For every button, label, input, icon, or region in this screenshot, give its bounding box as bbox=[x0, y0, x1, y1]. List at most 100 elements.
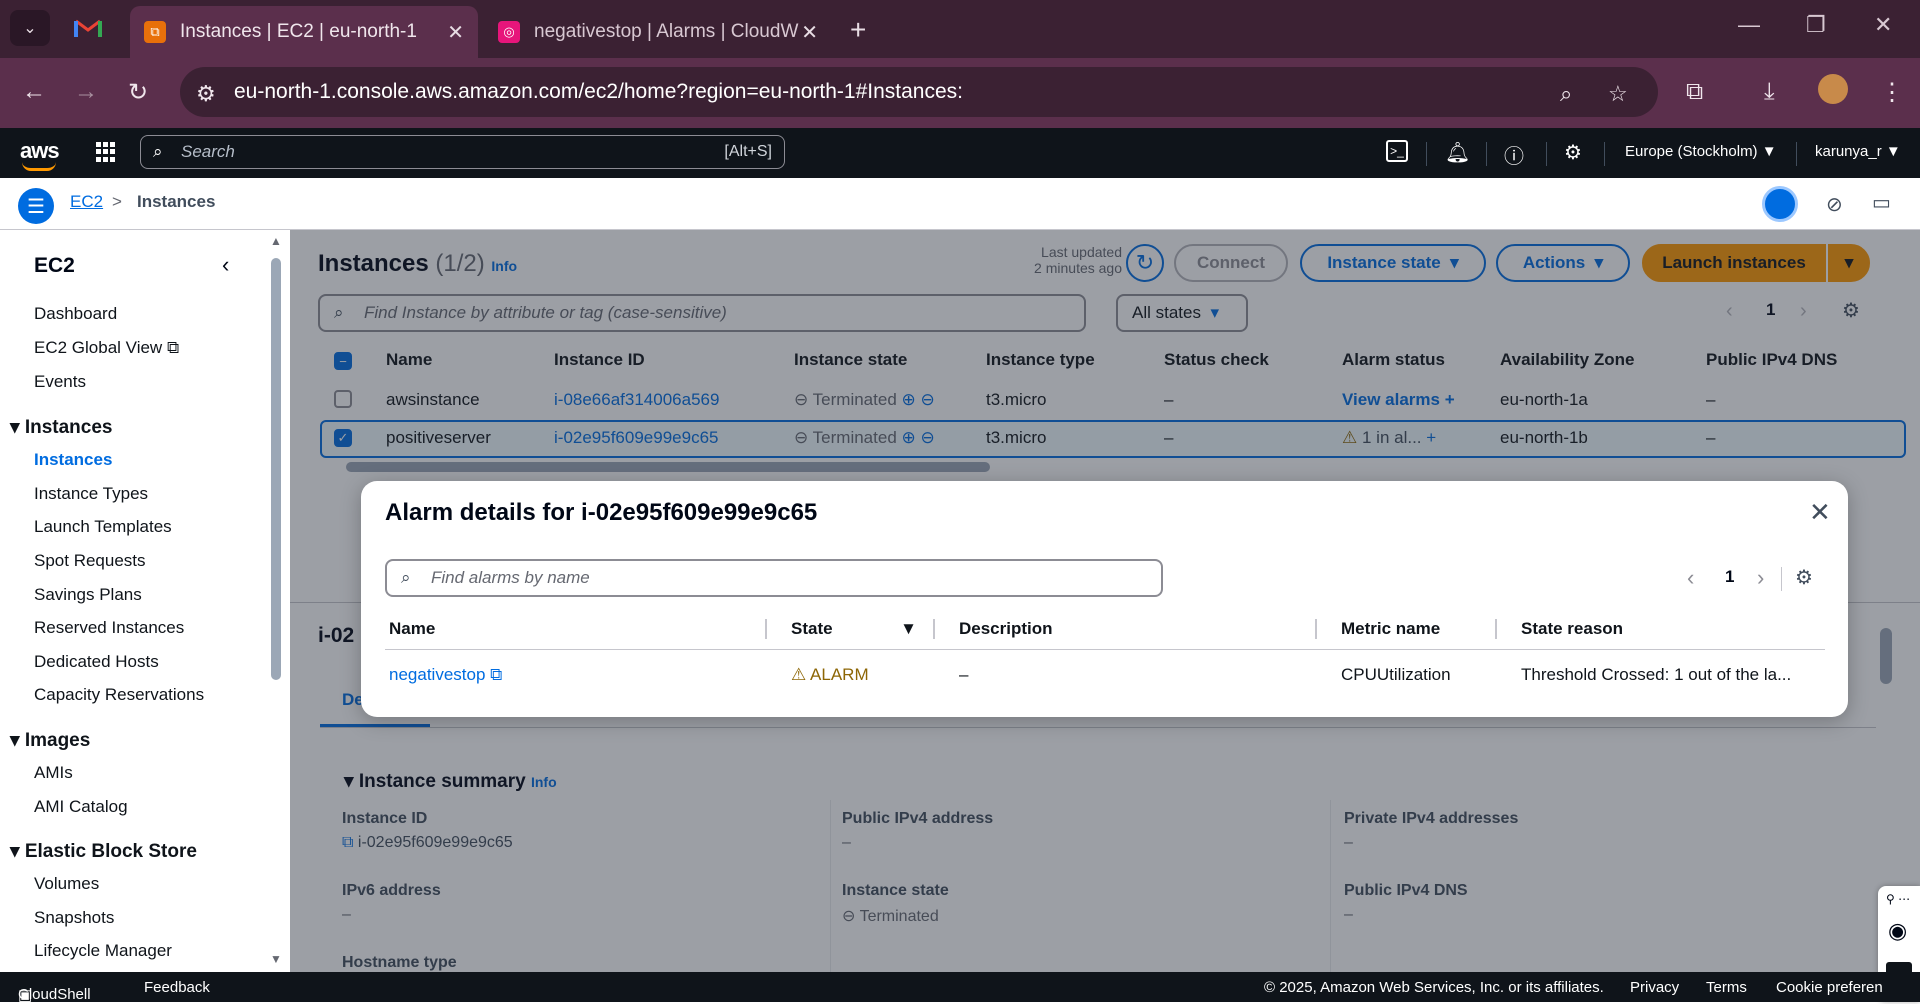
close-modal-icon[interactable]: ✕ bbox=[1809, 497, 1831, 528]
tab-cloudwatch-alarms[interactable]: ◎ negativestop | Alarms | CloudW ✕ bbox=[484, 6, 832, 58]
monitor-icon[interactable]: ▭ bbox=[1872, 190, 1891, 215]
divider bbox=[1426, 142, 1427, 166]
split-panel-icon[interactable] bbox=[1762, 186, 1798, 222]
services-grid-icon[interactable] bbox=[96, 142, 116, 162]
sidebar-item-volumes[interactable]: Volumes bbox=[34, 874, 99, 894]
next-page-icon[interactable]: › bbox=[1757, 565, 1764, 591]
terms-link[interactable]: Terms bbox=[1706, 979, 1747, 996]
browser-tab-strip: ⌄ ⧉ Instances | EC2 | eu-north-1 ✕ ◎ neg… bbox=[0, 0, 1920, 58]
sidebar-item-savings-plans[interactable]: Savings Plans bbox=[34, 585, 142, 605]
notifications-icon[interactable]: 🔔︎ bbox=[1445, 140, 1470, 165]
close-tab-icon[interactable]: ✕ bbox=[801, 20, 818, 45]
search-shortcut: [Alt+S] bbox=[724, 143, 772, 160]
column-header-description[interactable]: Description bbox=[959, 619, 1053, 639]
column-header-state[interactable]: State ▼ bbox=[791, 619, 917, 639]
privacy-link[interactable]: Privacy bbox=[1630, 979, 1679, 996]
sort-down-icon[interactable]: ▼ bbox=[900, 619, 917, 639]
column-header-name[interactable]: Name bbox=[389, 619, 435, 639]
sidebar-section-ebs[interactable]: ▾ Elastic Block Store bbox=[10, 840, 197, 863]
footer-text: CloudShell bbox=[18, 986, 91, 1003]
console-footer: ▣ CloudShell Feedback © 2025, Amazon Web… bbox=[0, 972, 1920, 1004]
page-number[interactable]: 1 bbox=[1725, 567, 1734, 587]
sidebar-item-launch-templates[interactable]: Launch Templates bbox=[34, 517, 172, 537]
sidebar-item-events[interactable]: Events bbox=[34, 372, 86, 392]
sidebar-item-reserved-instances[interactable]: Reserved Instances bbox=[34, 618, 184, 638]
divider bbox=[1546, 142, 1547, 166]
settings-gear-icon[interactable]: ⚙ bbox=[1564, 140, 1582, 165]
region-selector[interactable]: Europe (Stockholm) ▼ bbox=[1625, 143, 1777, 160]
sidebar-section-instances[interactable]: ▾ Instances bbox=[10, 416, 112, 439]
sidebar-item-global-view[interactable]: EC2 Global View ⧉ bbox=[34, 338, 179, 358]
tab-label: Instances | EC2 | eu-north-1 bbox=[180, 21, 417, 42]
back-icon[interactable]: ← bbox=[22, 78, 46, 106]
sidebar-scroll-up-icon[interactable]: ▲ bbox=[270, 234, 282, 248]
sidebar-item-snapshots[interactable]: Snapshots bbox=[34, 908, 114, 928]
close-tab-icon[interactable]: ✕ bbox=[447, 20, 464, 45]
tab-label: negativestop | Alarms | CloudW bbox=[534, 21, 799, 42]
sidebar-scrollbar[interactable] bbox=[271, 258, 281, 680]
url-text: eu-north-1.console.aws.amazon.com/ec2/ho… bbox=[234, 80, 964, 103]
sidebar-item-spot-requests[interactable]: Spot Requests bbox=[34, 551, 146, 571]
tab-search-button[interactable]: ⌄ bbox=[10, 10, 50, 46]
sidebar-title: EC2 bbox=[34, 254, 75, 277]
sidebar-item-lifecycle-manager[interactable]: Lifecycle Manager bbox=[34, 941, 172, 961]
cloudshell-icon[interactable]: >_ bbox=[1386, 140, 1408, 162]
bookmark-star-icon[interactable]: ☆ bbox=[1608, 81, 1628, 107]
sidebar-item-instance-types[interactable]: Instance Types bbox=[34, 484, 148, 504]
account-menu[interactable]: karunya_r ▼ bbox=[1815, 143, 1901, 160]
column-header-state-reason[interactable]: State reason bbox=[1521, 619, 1623, 639]
divider bbox=[1781, 567, 1782, 591]
sidebar-item-dashboard[interactable]: Dashboard bbox=[34, 304, 117, 324]
section-title: Instances bbox=[24, 417, 113, 438]
help-icon[interactable]: ⓘ bbox=[1504, 140, 1524, 169]
prev-page-icon[interactable]: ‹ bbox=[1687, 565, 1694, 591]
alarm-details-modal: Alarm details for i-02e95f609e99e9c65 ✕ … bbox=[361, 481, 1848, 717]
column-resizer[interactable] bbox=[1315, 619, 1317, 639]
modal-settings-icon[interactable]: ⚙ bbox=[1795, 565, 1813, 590]
sidebar-item-amis[interactable]: AMIs bbox=[34, 763, 73, 783]
sidebar-scroll-down-icon[interactable]: ▼ bbox=[270, 952, 282, 966]
hamburger-menu-icon[interactable]: ☰ bbox=[18, 188, 54, 224]
new-tab-icon[interactable]: + bbox=[850, 14, 866, 46]
column-resizer[interactable] bbox=[933, 619, 935, 639]
column-resizer[interactable] bbox=[1495, 619, 1497, 639]
collapse-sidebar-icon[interactable]: ‹ bbox=[222, 252, 229, 278]
column-resizer[interactable] bbox=[765, 619, 767, 639]
restore-icon[interactable]: ❐ bbox=[1806, 12, 1826, 38]
minimize-icon[interactable]: — bbox=[1738, 12, 1760, 38]
address-bar[interactable]: ⚙ eu-north-1.console.aws.amazon.com/ec2/… bbox=[180, 67, 1658, 117]
zoom-icon[interactable]: ⌕ bbox=[1560, 81, 1572, 107]
header-text: State bbox=[791, 619, 833, 638]
sidebar-item-ami-catalog[interactable]: AMI Catalog bbox=[34, 797, 128, 817]
gmail-icon[interactable] bbox=[74, 16, 102, 40]
breadcrumb-bar: ☰ EC2 > Instances ⊘ ▭ bbox=[0, 178, 1920, 230]
sidebar-section-images[interactable]: ▾ Images bbox=[10, 729, 90, 752]
browser-menu-icon[interactable]: ⋮ bbox=[1880, 78, 1904, 107]
aws-search-input[interactable]: ⌕ Search [Alt+S] bbox=[140, 135, 785, 169]
sidebar-item-capacity-reservations[interactable]: Capacity Reservations bbox=[34, 685, 204, 705]
sidebar-item-instances[interactable]: Instances bbox=[34, 450, 112, 470]
link-icon[interactable]: ⚲ ⋯ bbox=[1886, 892, 1910, 906]
aws-logo[interactable]: aws bbox=[20, 138, 60, 171]
profile-avatar[interactable] bbox=[1818, 74, 1848, 104]
browser-toolbar: ← → ↻ ⚙ eu-north-1.console.aws.amazon.co… bbox=[0, 58, 1920, 128]
close-window-icon[interactable]: ✕ bbox=[1874, 12, 1892, 38]
column-header-metric-name[interactable]: Metric name bbox=[1341, 619, 1440, 639]
alarm-state-reason: Threshold Crossed: 1 out of the la... bbox=[1521, 665, 1792, 684]
forward-icon[interactable]: → bbox=[74, 78, 98, 106]
camera-icon[interactable]: ◉ bbox=[1888, 918, 1907, 944]
tab-ec2-instances[interactable]: ⧉ Instances | EC2 | eu-north-1 ✕ bbox=[130, 6, 478, 58]
search-icon: ⌕ bbox=[401, 568, 411, 587]
site-info-icon[interactable]: ⚙ bbox=[196, 81, 216, 107]
extensions-icon[interactable]: ⧉ bbox=[1686, 78, 1703, 106]
feedback-link[interactable]: Feedback bbox=[144, 979, 210, 996]
alarm-name-link[interactable]: negativestop ⧉ bbox=[389, 665, 502, 685]
sidebar-item-dedicated-hosts[interactable]: Dedicated Hosts bbox=[34, 652, 159, 672]
reload-icon[interactable]: ↻ bbox=[128, 78, 148, 107]
alarm-search-input[interactable]: ⌕ Find alarms by name bbox=[385, 559, 1163, 597]
breadcrumb-current: Instances bbox=[137, 192, 216, 211]
download-icon[interactable]: ⤓ bbox=[1764, 78, 1775, 106]
breadcrumb-ec2-link[interactable]: EC2 bbox=[70, 192, 103, 212]
cookie-preferences-link[interactable]: Cookie preferen bbox=[1776, 979, 1883, 996]
notifications-panel-icon[interactable]: ⊘ bbox=[1826, 192, 1843, 217]
